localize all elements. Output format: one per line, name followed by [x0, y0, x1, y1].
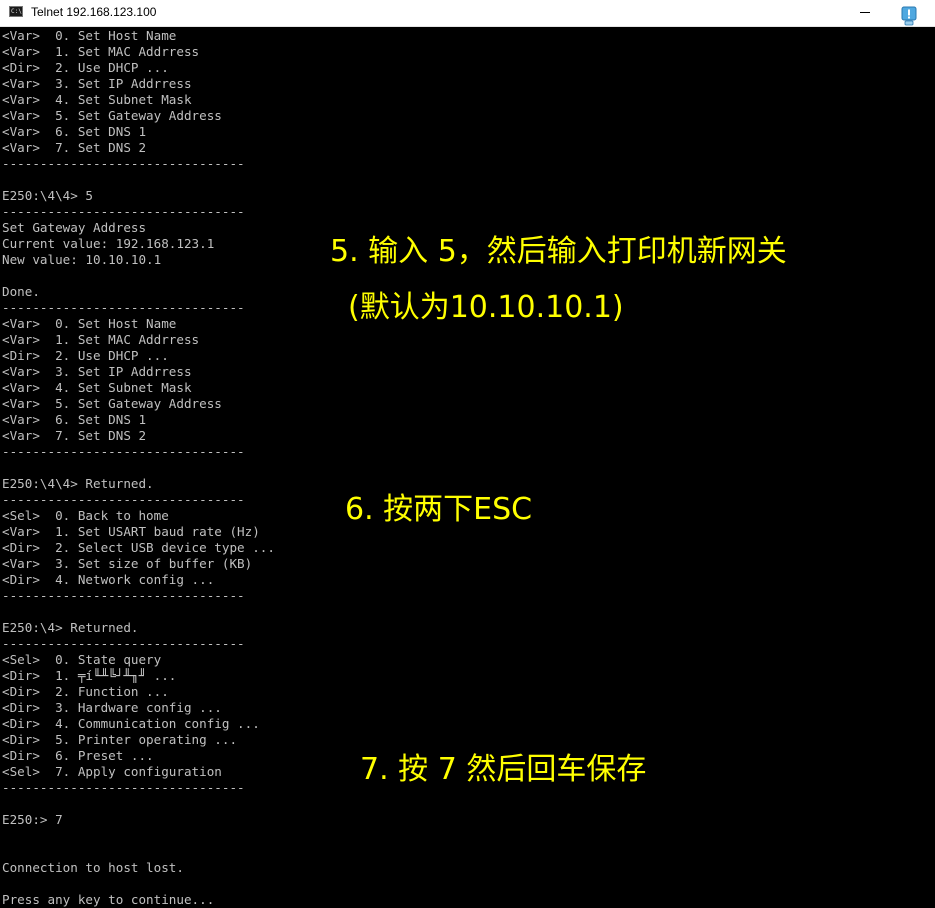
terminal-line: <Var> 1. Set MAC Addrress [2, 332, 200, 347]
annotation-step5-line2: (默认为10.10.10.1) [348, 290, 624, 325]
terminal-line: <Dir> 2. Use DHCP ... [2, 348, 169, 363]
terminal-line: E250:\4> Returned. [2, 620, 139, 635]
terminal-line: <Var> 1. Set MAC Addrress [2, 44, 200, 59]
terminal-line: -------------------------------- [2, 636, 245, 651]
terminal-line: <Sel> 7. Apply configuration [2, 764, 222, 779]
terminal-line: <Var> 3. Set size of buffer (KB) [2, 556, 253, 571]
terminal-line: <Var> 3. Set IP Addrress [2, 364, 192, 379]
terminal-line: <Var> 6. Set DNS 1 [2, 412, 147, 427]
notification-icon[interactable] [899, 6, 919, 26]
terminal-line: <Var> 0. Set Host Name [2, 28, 177, 43]
terminal-line: <Var> 6. Set DNS 1 [2, 124, 147, 139]
terminal-line: -------------------------------- [2, 204, 245, 219]
terminal-line: <Sel> 0. State query [2, 652, 162, 667]
terminal-line: E250:\4\4> 5 [2, 188, 93, 203]
terminal-line: <Sel> 0. Back to home [2, 508, 169, 523]
terminal-line: <Var> 4. Set Subnet Mask [2, 92, 192, 107]
terminal-line: <Dir> 2. Function ... [2, 684, 169, 699]
terminal-line: <Dir> 4. Network config ... [2, 572, 215, 587]
terminal-line: <Var> 4. Set Subnet Mask [2, 380, 192, 395]
terminal-line: Connection to host lost. [2, 860, 184, 875]
terminal-lines: <Var> 0. Set Host Name <Var> 1. Set MAC A… [2, 28, 275, 908]
terminal-line: -------------------------------- [2, 492, 245, 507]
terminal-line: <Var> 5. Set Gateway Address [2, 396, 222, 411]
minimize-button[interactable] [846, 0, 886, 26]
terminal-line: Done. [2, 284, 40, 299]
terminal-line: <Var> 0. Set Host Name [2, 316, 177, 331]
annotation-step5-line1: 5. 输入 5，然后输入打印机新网关 [330, 234, 787, 269]
terminal-line: <Dir> 3. Hardware config ... [2, 700, 222, 715]
terminal-line: -------------------------------- [2, 444, 245, 459]
terminal-line: <Var> 5. Set Gateway Address [2, 108, 222, 123]
terminal-line: <Dir> 4. Communication config ... [2, 716, 260, 731]
terminal-line: <Dir> 1. ╤í╙╨╚┘╨╖╜ ... [2, 668, 177, 683]
terminal-line: <Dir> 2. Use DHCP ... [2, 60, 169, 75]
terminal-line: Set Gateway Address [2, 220, 147, 235]
terminal-line: <Dir> 5. Printer operating ... [2, 732, 238, 747]
terminal-line: <Var> 1. Set USART baud rate (Hz) [2, 524, 260, 539]
terminal-line: Press any key to continue... [2, 892, 215, 907]
terminal-line: E250:> 7 [2, 812, 63, 827]
terminal-line: -------------------------------- [2, 300, 245, 315]
window-title: Telnet 192.168.123.100 [31, 5, 157, 19]
terminal-line: <Var> 7. Set DNS 2 [2, 140, 147, 155]
annotation-step6: 6. 按两下ESC [345, 492, 533, 527]
terminal-line: -------------------------------- [2, 780, 245, 795]
terminal-line: <Dir> 2. Select USB device type ... [2, 540, 275, 555]
console-icon: C:\ [9, 6, 23, 17]
terminal-line: New value: 10.10.10.1 [2, 252, 162, 267]
terminal-line: E250:\4\4> Returned. [2, 476, 154, 491]
terminal-line: Current value: 192.168.123.1 [2, 236, 215, 251]
terminal-line: <Dir> 6. Preset ... [2, 748, 154, 763]
terminal-line: <Var> 7. Set DNS 2 [2, 428, 147, 443]
terminal-line: <Var> 3. Set IP Addrress [2, 76, 192, 91]
title-bar[interactable]: C:\ Telnet 192.168.123.100 [0, 0, 935, 27]
terminal-line: -------------------------------- [2, 156, 245, 171]
annotation-step7: 7. 按 7 然后回车保存 [360, 752, 647, 787]
terminal-line: -------------------------------- [2, 588, 245, 603]
